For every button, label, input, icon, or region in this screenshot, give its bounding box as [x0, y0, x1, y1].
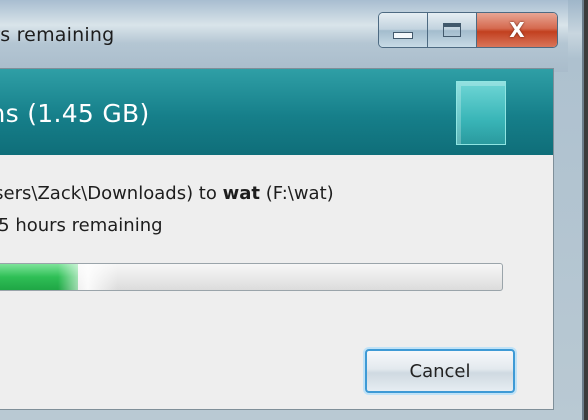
- close-button[interactable]: X: [477, 13, 557, 47]
- dialog-content: ms (1.45 GB) Users\Zack\Downloads) to wa…: [0, 68, 554, 410]
- close-icon: X: [509, 18, 525, 42]
- cancel-button[interactable]: Cancel: [365, 349, 515, 393]
- header-band: ms (1.45 GB): [0, 69, 553, 155]
- maximize-button[interactable]: [428, 13, 477, 47]
- folder-icon: [456, 81, 506, 145]
- time-remaining: d 5 hours remaining: [0, 215, 163, 236]
- header-title: ms (1.45 GB): [0, 99, 150, 128]
- copy-source-destination: Users\Zack\Downloads) to wat (F:\wat): [0, 183, 334, 204]
- window-title: urs remaining: [0, 24, 115, 46]
- source-path: Users\Zack\Downloads) to: [0, 183, 223, 204]
- progress-sheen: [58, 264, 118, 290]
- minimize-icon: [393, 31, 413, 39]
- caption-buttons: X: [378, 12, 558, 48]
- maximize-icon: [443, 23, 461, 37]
- dialog-window: urs remaining ms (1.45 GB) Users\Zack\Do…: [0, 0, 584, 420]
- minimize-button[interactable]: [379, 13, 428, 47]
- destination-name[interactable]: wat: [223, 183, 260, 204]
- destination-path: (F:\wat): [260, 183, 334, 204]
- progress-bar: [0, 263, 503, 291]
